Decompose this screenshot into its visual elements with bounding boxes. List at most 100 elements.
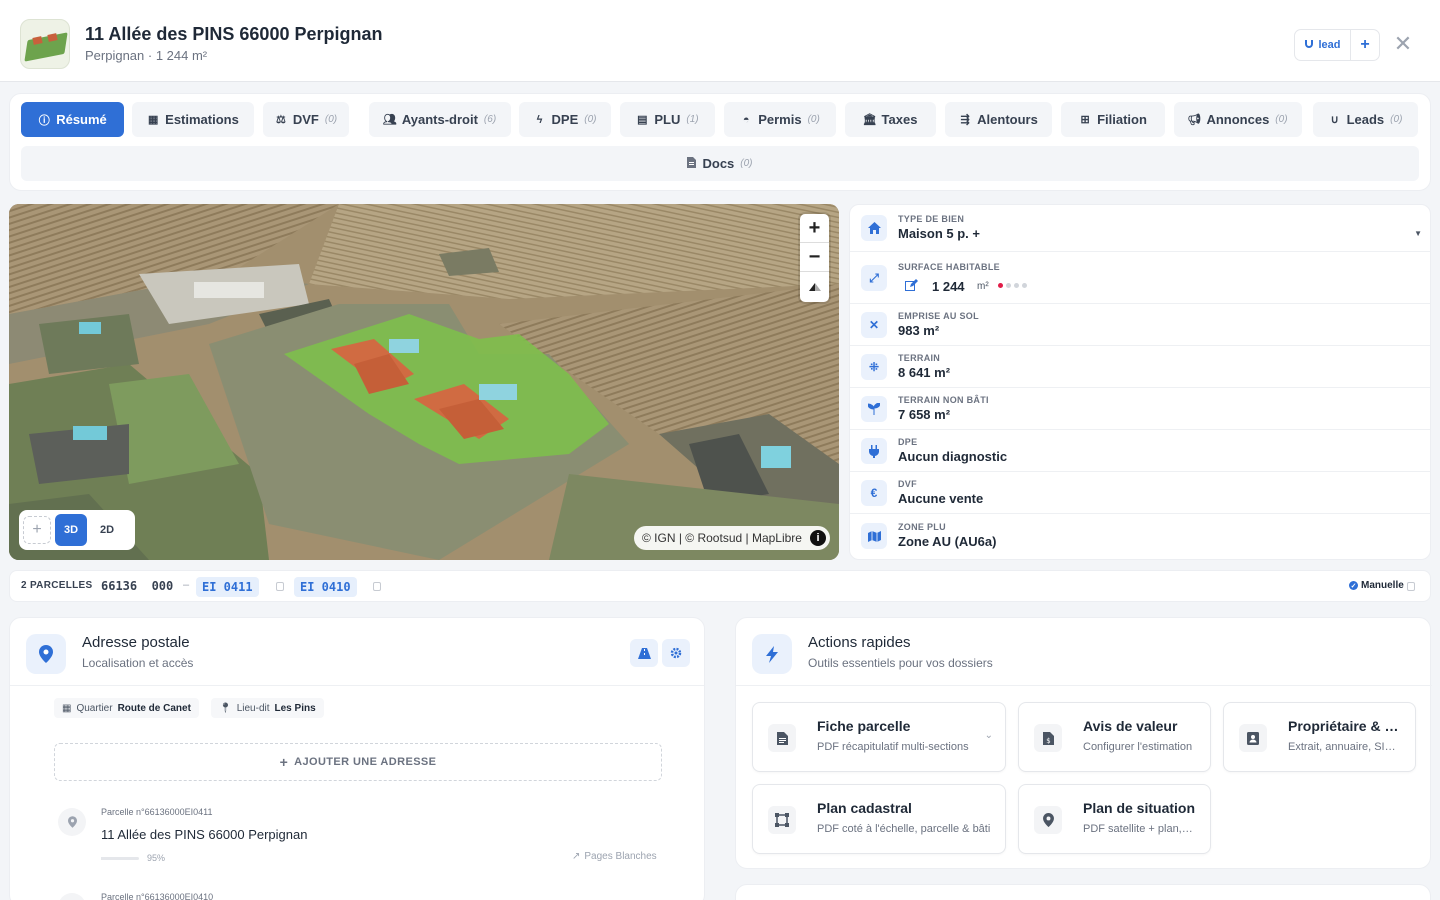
chevron-down-icon[interactable]: ⌄ <box>985 730 993 741</box>
tab-taxes[interactable]: 🏛︎ Taxes <box>845 102 936 137</box>
tab-filiation[interactable]: ⊞ Filiation <box>1061 102 1165 137</box>
tab-label: Permis <box>758 112 802 127</box>
lieudit-chip: 📍︎ Lieu-dit Les Pins <box>211 698 324 718</box>
compass-button[interactable] <box>800 272 829 301</box>
mode-2d-button[interactable]: 2D <box>91 514 123 546</box>
vector-square-icon <box>768 806 796 834</box>
address-pin-icon <box>58 808 86 836</box>
external-link-icon: ↗ <box>572 851 581 862</box>
tab-label: Taxes <box>881 112 918 127</box>
close-button[interactable]: ✕ <box>1393 31 1413 56</box>
users-icon: 👥︎ <box>382 114 397 126</box>
avis-de-valeur-tile[interactable]: $ Avis de valeur Configurer l'estimation <box>1018 702 1211 772</box>
compass-icon <box>808 282 821 291</box>
plu-label: ZONE PLU <box>898 522 946 532</box>
copy-icon[interactable] <box>276 582 284 591</box>
info-icon[interactable]: i <box>809 530 826 546</box>
road-button[interactable] <box>630 639 658 667</box>
tab-dvf[interactable]: ⚖ DVF (0) <box>263 102 349 137</box>
emprise-value: 983 m² <box>898 323 940 338</box>
address-source-link[interactable]: ↗ Pages Blanches <box>572 851 657 862</box>
file-icon <box>687 156 697 171</box>
lead-button[interactable]: lead <box>1295 30 1351 60</box>
parcel-chip[interactable]: EI 0411 <box>196 577 259 597</box>
header: 11 Allée des PINS 66000 Perpignan Perpig… <box>0 0 1440 82</box>
tab-label: Alentours <box>977 112 1038 127</box>
tile-title: Avis de valeur <box>1083 718 1178 734</box>
calculator-icon: ▦ <box>147 114 159 126</box>
dvf-value: Aucune vente <box>898 491 984 506</box>
plus-icon: + <box>279 754 289 770</box>
magnet-icon <box>1304 39 1314 52</box>
emprise-row: ✕ EMPRISE AU SOL 983 m² <box>850 304 1430 346</box>
tabs-card: ⓘ Résumé ▦ Estimations ⚖ DVF (0) 👥︎ Ayants-droit… <box>9 93 1431 191</box>
copy-icon[interactable] <box>373 582 381 591</box>
confidence-dots <box>998 283 1027 288</box>
address-card-subtitle: Localisation et accès <box>82 656 194 670</box>
add-lead-button[interactable]: + <box>1351 30 1379 60</box>
shrink-icon: ⁜ <box>861 354 887 380</box>
dvf-row: € DVF Aucune vente <box>850 472 1430 514</box>
plan-cadastral-tile[interactable]: Plan cadastral PDF coté à l'échelle, par… <box>752 784 1006 854</box>
dpe-value: Aucun diagnostic <box>898 449 1008 464</box>
tab-annonces[interactable]: 📢︎ Annonces (0) <box>1174 102 1302 137</box>
signs-icon: ⇶ <box>960 114 970 126</box>
surface-row: ⤢ SURFACE HABITABLE 1 244 m² <box>850 252 1430 304</box>
tab-permis[interactable]: ◓ Permis (0) <box>724 102 836 137</box>
tile-subtitle: Extrait, annuaire, SIREN <box>1288 741 1400 753</box>
quick-actions-title: Actions rapides <box>808 634 911 651</box>
road-icon <box>637 647 651 659</box>
tab-label: Ayants-droit <box>401 112 478 127</box>
tab-alentours[interactable]: ⇶ Alentours <box>945 102 1052 137</box>
tab-dpe[interactable]: ϟ DPE (0) <box>519 102 611 137</box>
tile-subtitle: PDF satellite + plan, échelles <box>1083 823 1193 835</box>
fiche-parcelle-tile[interactable]: Fiche parcelle PDF récapitulatif multi-s… <box>752 702 1006 772</box>
tab-estimations[interactable]: ▦ Estimations <box>132 102 254 137</box>
tab-count: (0) <box>1275 114 1288 125</box>
map-icon <box>861 523 887 549</box>
gear-icon <box>670 647 682 659</box>
tab-leads[interactable]: ∪ Leads (0) <box>1313 102 1418 137</box>
surface-unit: m² <box>977 281 989 292</box>
contact-card-icon <box>1239 724 1267 752</box>
chevron-down-icon: ▼ <box>1414 229 1422 238</box>
attribution-text: © IGN | © Rootsud | MapLibre <box>642 531 802 545</box>
tab-label: Leads <box>1346 112 1385 127</box>
tab-docs[interactable]: Docs (0) <box>21 146 1419 181</box>
address-card: Adresse postale Localisation et accès ▦ … <box>9 617 705 900</box>
page-subtitle: Perpignan · 1 244 m² <box>85 48 208 63</box>
zoom-out-button[interactable]: − <box>800 243 829 272</box>
next-card <box>735 884 1431 900</box>
terrain-value: 8 641 m² <box>898 365 951 380</box>
dpe-label: DPE <box>898 437 918 447</box>
property-type-row[interactable]: TYPE DE BIEN Maison 5 p. + ▼ <box>850 205 1430 252</box>
tab-ayants-droit[interactable]: 👥︎ Ayants-droit (6) <box>369 102 511 137</box>
zoom-in-button[interactable]: + <box>800 214 829 243</box>
helmet-icon: ◓ <box>742 113 750 126</box>
parcel-chip[interactable]: EI 0410 <box>294 577 357 597</box>
parcels-count-label: 2 PARCELLES <box>21 580 93 591</box>
address-text: 11 Allée des PINS 66000 Perpignan <box>101 827 308 842</box>
copy-icon[interactable] <box>1407 582 1415 591</box>
tab-plu[interactable]: ▤ PLU (1) <box>620 102 715 137</box>
bullhorn-icon: 📢︎ <box>1187 114 1202 126</box>
nonbati-value: 7 658 m² <box>898 407 951 422</box>
location-pin-icon <box>1034 806 1062 834</box>
info-icon: ⓘ <box>38 114 50 127</box>
balance-icon: ⚖ <box>275 114 286 126</box>
add-layer-button[interactable]: + <box>23 516 51 544</box>
mode-3d-button[interactable]: 3D <box>55 514 87 546</box>
settings-button[interactable] <box>662 639 690 667</box>
tile-subtitle: PDF récapitulatif multi-sections <box>817 741 969 753</box>
map-attribution: © IGN | © Rootsud | MapLibre i <box>634 526 830 550</box>
check-circle-icon: ✓ <box>1349 581 1358 590</box>
proprietaire-tile[interactable]: Propriétaire & coordonnées Extrait, annu… <box>1223 702 1416 772</box>
add-address-button[interactable]: + AJOUTER UNE ADRESSE <box>54 743 662 781</box>
plan-de-situation-tile[interactable]: Plan de situation PDF satellite + plan, … <box>1018 784 1211 854</box>
document-icon <box>768 724 796 752</box>
edit-icon[interactable] <box>905 279 919 293</box>
tile-title: Plan de situation <box>1083 800 1196 816</box>
parcels-mode-label: Manuelle <box>1361 580 1404 591</box>
map-view[interactable]: + − + 3D 2D © IGN | © Rootsud | MapLibre… <box>9 204 839 560</box>
tab-résumé[interactable]: ⓘ Résumé <box>21 102 124 137</box>
